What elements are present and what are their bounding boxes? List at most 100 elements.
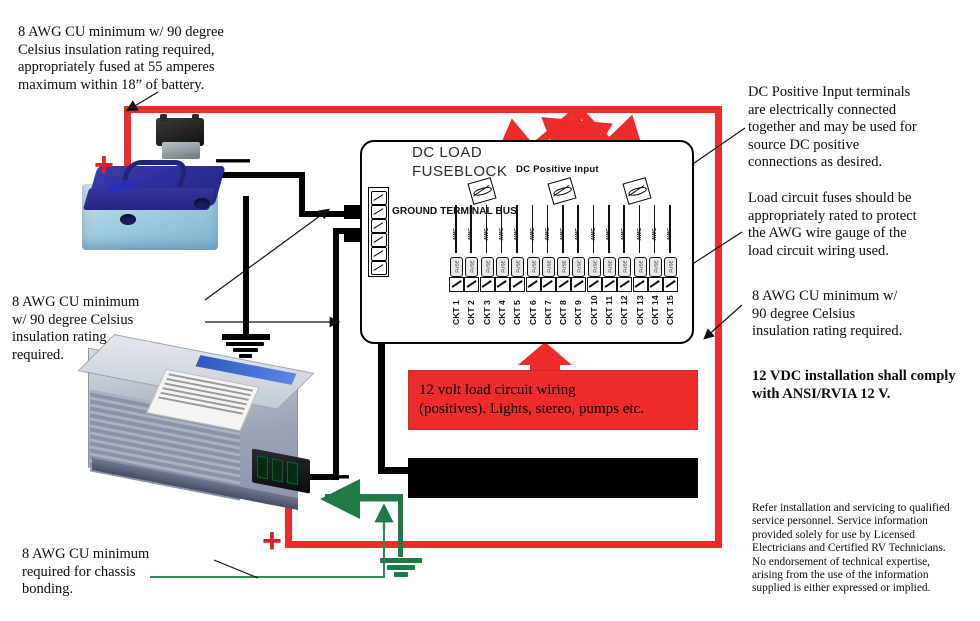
ground-bus-screw[interactable] xyxy=(371,247,387,261)
ground-terminal-bus[interactable] xyxy=(368,187,389,277)
circuit-fuse[interactable]: FUSE xyxy=(495,257,509,277)
callout-load-negatives-text: 12 volt load circuit wiring (negatives) … xyxy=(419,469,654,486)
fuse-label: FUSE xyxy=(454,260,460,273)
note-top-right: DC Positive Input terminals are electric… xyxy=(748,84,917,170)
fuse-label: FUSE xyxy=(638,260,644,273)
fuseblock-title: DC LOAD FUSEBLOCK xyxy=(412,143,507,181)
fuse-label: FUSE xyxy=(531,260,536,273)
wiring-diagram: DC LOAD FUSEBLOCK DC Positive Input GROU… xyxy=(0,0,980,621)
positive-wire-bottom xyxy=(285,541,722,548)
power-converter-image xyxy=(70,334,320,518)
ground-bus-screw[interactable] xyxy=(371,191,387,205)
fuse-label: FUSE xyxy=(622,260,628,273)
ground-bus-screw[interactable] xyxy=(371,219,387,233)
circuit-label: CKT 1 xyxy=(451,300,461,325)
awg-label: AWG xyxy=(606,227,612,241)
converter-positive-marker: + xyxy=(262,522,282,560)
battery-positive-marker: + xyxy=(94,146,114,184)
note-disclaimer: Refer installation and servicing to qual… xyxy=(752,502,950,595)
note-compliance: 12 VDC installation shall comply with AN… xyxy=(752,368,956,402)
converter-terminal[interactable] xyxy=(287,461,298,486)
circuit-fuse[interactable]: FUSE xyxy=(511,257,525,277)
circuit-label: CKT 8 xyxy=(558,300,569,325)
ground-bus-screw[interactable] xyxy=(371,261,387,275)
fuse-label: FUSE xyxy=(546,260,552,273)
breaker-stud-left xyxy=(160,114,167,122)
circuit-fuse[interactable]: FUSE xyxy=(603,257,616,277)
battery-positive-post xyxy=(120,214,136,225)
circuit-fuse[interactable]: FUSE xyxy=(450,257,463,277)
fuse-label: FUSE xyxy=(485,260,491,273)
breaker-stud-right xyxy=(192,114,199,122)
note-mid-right: Load circuit fuses should be appropriate… xyxy=(748,190,917,259)
circuit-fuse[interactable]: FUSE xyxy=(572,257,586,277)
fuse-label: FUSE xyxy=(561,260,567,273)
load-negative-to-callout xyxy=(378,467,408,474)
circuit-label: CKT 5 xyxy=(512,300,523,325)
awg-label: AWG xyxy=(560,227,567,241)
circuit-fuse[interactable]: FUSE xyxy=(664,257,678,277)
circuit-fuse[interactable]: FUSE xyxy=(648,257,662,277)
circuit-label: CKT 4 xyxy=(496,300,507,325)
converter-terminal[interactable] xyxy=(272,458,283,483)
awg-label: AWG xyxy=(514,227,521,241)
ground-wire-to-converter xyxy=(325,494,403,499)
circuit-label: CKT 14 xyxy=(649,295,660,325)
circuit-fuse[interactable]: FUSE xyxy=(618,257,632,277)
awg-label: AWG xyxy=(483,227,490,241)
ground-wire-vertical xyxy=(398,497,403,557)
awg-label: AWG xyxy=(621,227,628,241)
fuse-label: FUSE xyxy=(500,260,506,273)
fuse-label: FUSE xyxy=(653,260,659,273)
breaker-bracket xyxy=(162,142,200,159)
circuit-fuse[interactable]: FUSE xyxy=(633,257,647,277)
circuit-label: CKT 10 xyxy=(588,295,599,325)
awg-label: AWG xyxy=(468,227,475,241)
ground-bus-screw[interactable] xyxy=(371,233,387,247)
callout-load-negatives: 12 volt load circuit wiring (negatives) … xyxy=(408,458,698,498)
fuse-label: FUSE xyxy=(668,260,674,273)
positive-wire-top xyxy=(124,106,722,113)
circuit-fuse[interactable]: FUSE xyxy=(557,257,571,277)
circuit-label: CKT 7 xyxy=(542,300,553,325)
awg-label: AWG xyxy=(590,227,597,241)
converter-negative-riser xyxy=(333,228,339,480)
note-mid-left: 8 AWG CU minimum w/ 90 degree Celsius in… xyxy=(12,294,140,363)
fuse-label: FUSE xyxy=(576,260,582,273)
circuit-fuse[interactable]: FUSE xyxy=(541,257,555,277)
negative-wire-vertical xyxy=(299,172,305,216)
fuse-label: FUSE xyxy=(515,260,521,273)
callout-load-positives-text: 12 volt load circuit wiring (positives).… xyxy=(419,382,644,417)
awg-label: AWG xyxy=(667,227,674,241)
circuit-label: CKT 11 xyxy=(604,295,614,325)
fuseblock-title-line1: DC LOAD xyxy=(412,144,483,161)
converter-negative-marker: — xyxy=(315,456,349,494)
battery-vent-cap xyxy=(122,180,135,189)
circuit-label: CKT 6 xyxy=(527,300,538,325)
converter-terminal[interactable] xyxy=(257,455,268,480)
awg-label: AWG xyxy=(453,227,459,241)
circuit-fuse[interactable]: FUSE xyxy=(465,257,479,277)
note-top-left: 8 AWG CU minimum w/ 90 degree Celsius in… xyxy=(18,24,224,93)
circuit-label: CKT 13 xyxy=(634,295,645,325)
fuse-label: FUSE xyxy=(469,260,475,273)
dc-positive-input-label: DC Positive Input xyxy=(516,164,599,175)
awg-label: AWG xyxy=(498,227,505,241)
circuit-label: CKT 2 xyxy=(466,300,477,325)
ground-bus-screw[interactable] xyxy=(371,205,387,219)
chassis-ground-symbol-battery xyxy=(226,340,264,360)
positive-wire-right-drop xyxy=(715,106,722,548)
note-bottom-left: 8 AWG CU minimum required for chassis bo… xyxy=(22,546,150,597)
note-lower-right: 8 AWG CU minimum w/ 90 degree Celsius in… xyxy=(752,288,903,339)
circuit-label: CKT 9 xyxy=(573,300,584,325)
awg-label: AWG xyxy=(575,227,582,241)
battery-vent-cap xyxy=(108,184,121,193)
fuse-label: FUSE xyxy=(607,260,613,273)
battery-negative-marker: — xyxy=(216,140,250,178)
circuit-fuse[interactable]: FUSE xyxy=(587,257,601,277)
circuit-fuse[interactable]: FUSE xyxy=(480,257,494,277)
chassis-ground-symbol-converter xyxy=(380,556,422,579)
battery-negative-post xyxy=(194,198,210,209)
negative-wire-to-ground-bus xyxy=(299,211,361,217)
circuit-fuse[interactable]: FUSE xyxy=(526,257,540,277)
